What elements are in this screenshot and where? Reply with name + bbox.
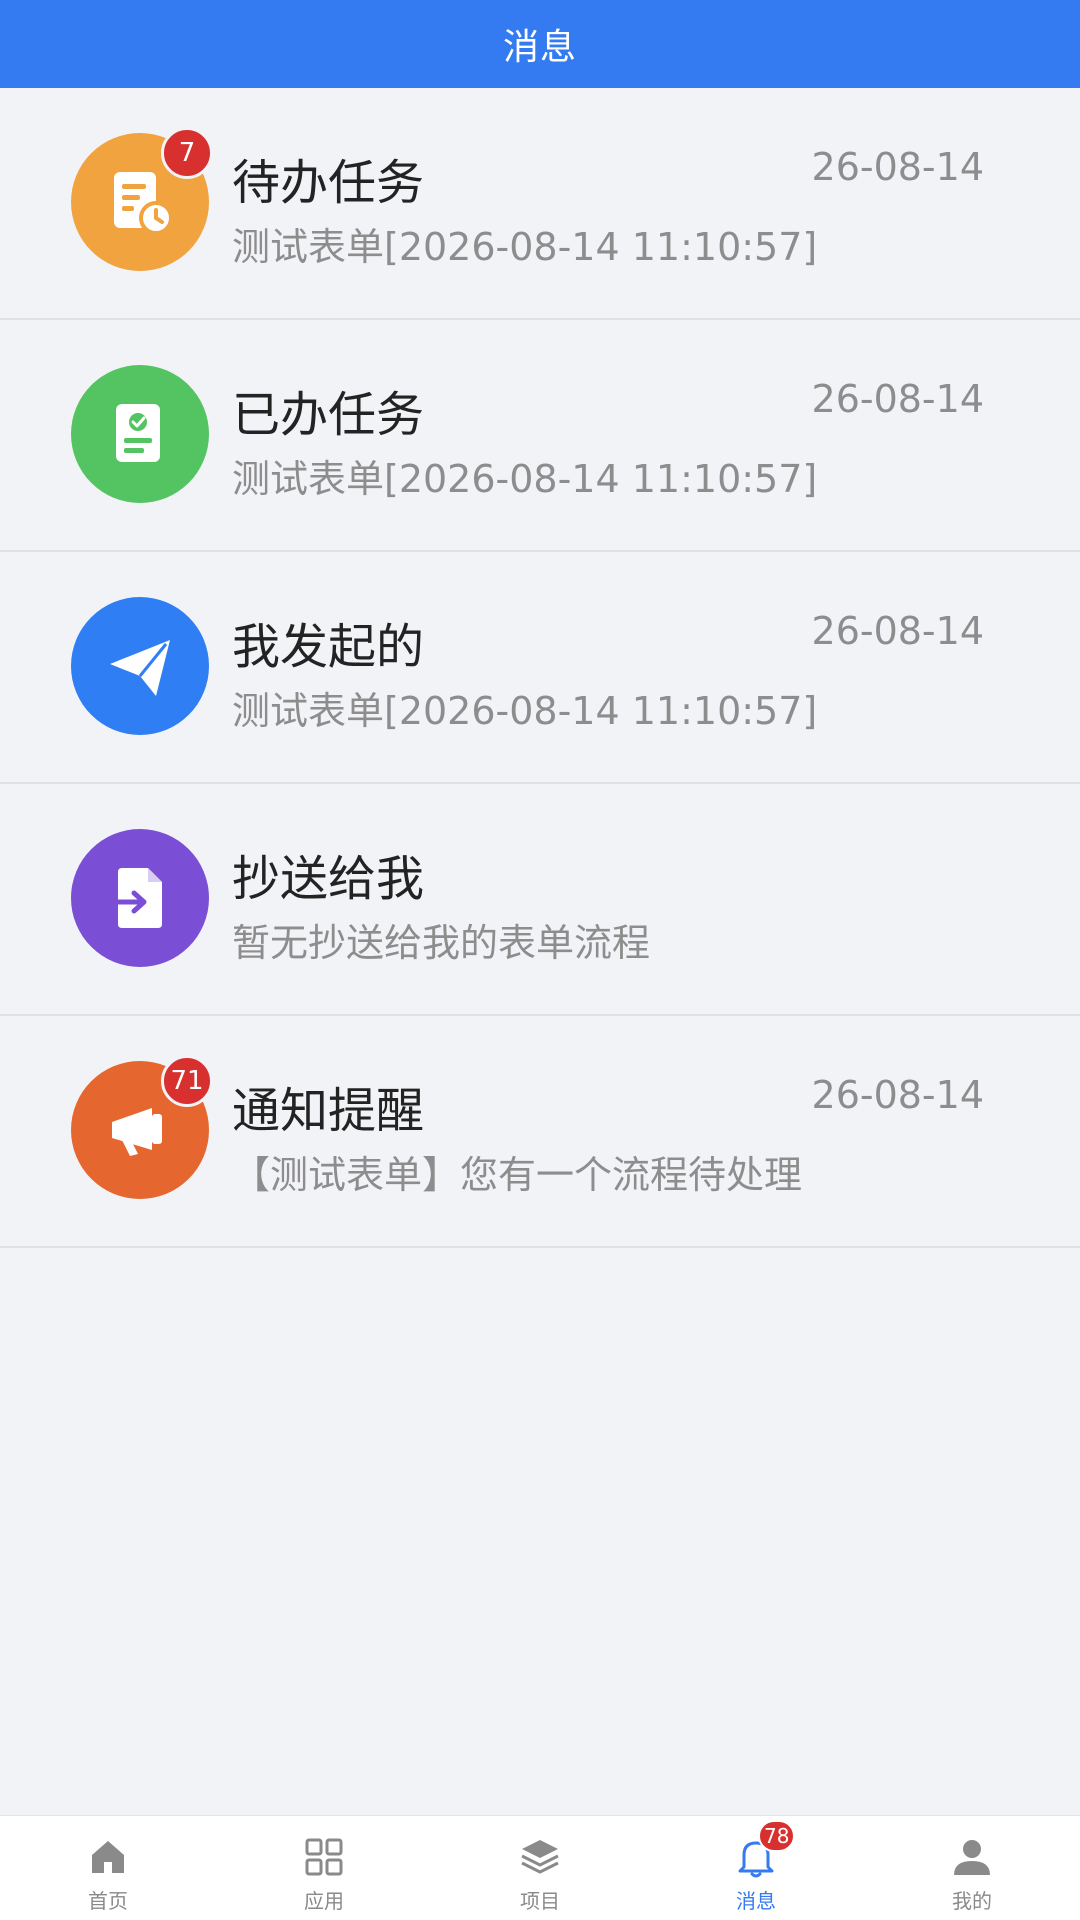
message-item-done[interactable]: 已办任务 测试表单[2026-08-14 11:10:57] 26-08-14 <box>0 320 1080 552</box>
tab-label: 消息 <box>736 1889 776 1913</box>
tab-projects[interactable]: 项目 <box>432 1816 648 1920</box>
unread-badge: 7 <box>161 127 213 179</box>
message-preview: 暂无抄送给我的表单流程 <box>232 921 651 965</box>
message-preview: 测试表单[2026-08-14 11:10:57] <box>232 225 818 269</box>
paper-plane-icon <box>110 640 170 696</box>
megaphone-icon <box>112 1108 162 1156</box>
page-title: 消息 <box>502 27 577 68</box>
message-list: 7 待办任务 测试表单[2026-08-14 11:10:57] 26-08-1… <box>0 88 1080 1248</box>
unread-badge: 71 <box>161 1055 213 1107</box>
todo-document-clock-icon <box>114 172 173 235</box>
top-bar: 消息 <box>0 0 1080 88</box>
message-date: 26-08-14 <box>811 377 984 421</box>
tab-messages[interactable]: 78 消息 <box>648 1816 864 1920</box>
message-date: 26-08-14 <box>811 1073 984 1117</box>
message-title: 我发起的 <box>232 619 425 675</box>
message-title: 已办任务 <box>232 387 425 443</box>
user-icon <box>954 1840 990 1875</box>
message-date: 26-08-14 <box>811 609 984 653</box>
message-date: 26-08-14 <box>811 145 984 189</box>
message-item-initiated[interactable]: 我发起的 测试表单[2026-08-14 11:10:57] 26-08-14 <box>0 552 1080 784</box>
tab-profile[interactable]: 我的 <box>864 1816 1080 1920</box>
tab-label: 首页 <box>88 1889 128 1913</box>
message-preview: 测试表单[2026-08-14 11:10:57] <box>232 689 818 733</box>
layers-icon <box>521 1840 559 1874</box>
message-item-notify[interactable]: 71 通知提醒 【测试表单】您有一个流程待处理 26-08-14 <box>0 1016 1080 1248</box>
done-icon-circle <box>71 365 209 503</box>
message-item-cc[interactable]: 抄送给我 暂无抄送给我的表单流程 <box>0 784 1080 1016</box>
file-forward-icon <box>109 868 162 928</box>
completed-certificate-icon <box>116 404 160 462</box>
message-title: 抄送给我 <box>232 851 425 907</box>
tab-badge: 78 <box>758 1820 796 1852</box>
initiated-icon-circle <box>71 597 209 735</box>
bottom-tab-bar: 首页 应用 项目 78 消息 我的 <box>0 1815 1080 1920</box>
todo-icon-circle: 7 <box>71 127 213 271</box>
home-icon <box>92 1841 124 1873</box>
message-preview: 【测试表单】您有一个流程待处理 <box>232 1153 803 1197</box>
tab-home[interactable]: 首页 <box>0 1816 216 1920</box>
tab-label: 应用 <box>304 1889 344 1913</box>
tab-apps[interactable]: 应用 <box>216 1816 432 1920</box>
message-preview: 测试表单[2026-08-14 11:10:57] <box>232 457 818 501</box>
tab-label: 我的 <box>952 1889 992 1913</box>
message-title: 待办任务 <box>232 155 425 211</box>
message-item-todo[interactable]: 7 待办任务 测试表单[2026-08-14 11:10:57] 26-08-1… <box>0 88 1080 320</box>
cc-icon-circle <box>71 829 209 967</box>
notify-icon-circle: 71 <box>71 1055 213 1199</box>
message-title: 通知提醒 <box>232 1083 425 1139</box>
tab-label: 项目 <box>520 1889 560 1913</box>
grid-icon <box>305 1838 343 1876</box>
